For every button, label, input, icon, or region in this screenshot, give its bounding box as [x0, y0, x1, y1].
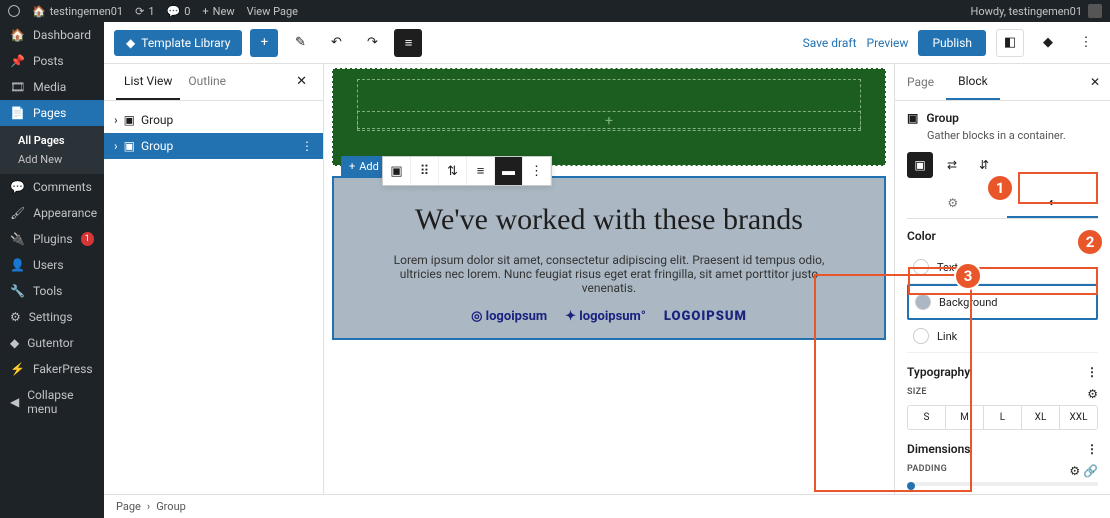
padding-slider-thumb[interactable] [907, 482, 915, 490]
size-label: SIZE [907, 387, 927, 397]
block-align[interactable]: ≡ [467, 157, 495, 185]
admin-menu: 🏠Dashboard 📌Posts 🎞Media 📄Pages All Page… [0, 22, 104, 518]
menu-users[interactable]: 👤Users [0, 252, 104, 278]
brands-paragraph[interactable]: Lorem ipsum dolor sit amet, consectetur … [374, 253, 844, 295]
block-toolbar: ▣ ⠿ ⇅ ≡ ▬ ⋮ [382, 156, 552, 186]
menu-posts[interactable]: 📌Posts [0, 48, 104, 74]
updates[interactable]: ⟳ 1 [135, 5, 154, 18]
sidebar-tab-page[interactable]: Page [895, 65, 946, 99]
undo-button[interactable]: ↶ [322, 29, 350, 57]
settings-toggle-button[interactable]: ◧ [996, 29, 1024, 57]
breadcrumb-page[interactable]: Page [116, 500, 141, 513]
padding-label: PADDING [907, 464, 947, 474]
avatar[interactable] [1088, 4, 1102, 18]
menu-comments[interactable]: 💬Comments [0, 174, 104, 200]
wp-logo[interactable] [8, 5, 20, 17]
layout-stack-icon[interactable]: ⇵ [971, 152, 997, 178]
redo-button[interactable]: ↷ [358, 29, 386, 57]
dimensions-panel-label: Dimensions [907, 442, 970, 456]
green-group-block[interactable]: + + Add Car [332, 68, 886, 166]
menu-fakerpress[interactable]: ⚡FakerPress [0, 356, 104, 382]
logos-row: ◎ logoipsum ✦ logoipsum° LOGOIPSUM [374, 309, 844, 324]
size-toggle-icon[interactable]: ⚙ [1087, 387, 1098, 401]
list-view-panel: List View Outline ✕ ›▣Group ›▣Group⋮ [104, 64, 324, 494]
settings-tab[interactable]: ⚙ [907, 188, 999, 218]
breadcrumb: Page › Group [104, 494, 1110, 518]
size-s[interactable]: S [908, 406, 946, 429]
menu-pages-sub: All Pages Add New [0, 126, 104, 174]
tab-list-view[interactable]: List View [116, 64, 180, 100]
block-drag-handle[interactable]: ⠿ [411, 157, 439, 185]
save-draft-button[interactable]: Save draft [803, 36, 857, 50]
add-block-inline[interactable]: + [357, 111, 861, 131]
selected-group-block[interactable]: We've worked with these brands Lorem ips… [332, 176, 886, 340]
add-block-button[interactable]: + [250, 29, 278, 57]
block-justify[interactable]: ▬ [495, 157, 523, 185]
edit-button[interactable]: ✎ [286, 29, 314, 57]
size-buttons: S M L XL XXL [907, 405, 1098, 430]
list-view-close[interactable]: ✕ [292, 64, 311, 100]
brands-heading[interactable]: We've worked with these brands [374, 200, 844, 239]
options-button[interactable]: ⋮ [1072, 29, 1100, 57]
new-content[interactable]: + New [202, 5, 234, 18]
list-item-group-1[interactable]: ›▣Group [104, 107, 323, 133]
annotation-2: 2 [1076, 228, 1104, 256]
preview-button[interactable]: Preview [867, 36, 909, 50]
sidebar-tab-block[interactable]: Block [946, 64, 1000, 100]
typography-panel-label: Typography [907, 365, 970, 379]
menu-dashboard[interactable]: 🏠Dashboard [0, 22, 104, 48]
editor-toolbar: ◆Template Library + ✎ ↶ ↷ ≡ Save draft P… [104, 22, 1110, 64]
logo-2: ✦ logoipsum° [565, 309, 646, 324]
list-item-group-2[interactable]: ›▣Group⋮ [104, 133, 323, 159]
site-name[interactable]: 🏠 testingemen01 [32, 5, 123, 18]
typography-panel-options[interactable]: ⋮ [1086, 365, 1098, 379]
block-description: Gather blocks in a container. [927, 129, 1098, 142]
padding-controls-icon[interactable]: ⚙ 🔗 [1069, 464, 1098, 478]
block-type-icon[interactable]: ▣ [383, 157, 411, 185]
comments-count[interactable]: 💬 0 [167, 5, 191, 18]
settings-sidebar: Page Block ✕ ▣ Group Gather blocks in a … [894, 64, 1110, 494]
block-info-header: ▣ Group [907, 111, 1098, 125]
editor: ◆Template Library + ✎ ↶ ↷ ≡ Save draft P… [104, 22, 1110, 518]
size-xl[interactable]: XL [1022, 406, 1060, 429]
menu-pages[interactable]: 📄Pages [0, 100, 104, 126]
block-more[interactable]: ⋮ [523, 157, 551, 185]
annotation-3: 3 [954, 262, 982, 290]
menu-plugins[interactable]: 🔌Plugins1 [0, 226, 104, 252]
view-page[interactable]: View Page [247, 5, 298, 18]
dimensions-panel-options[interactable]: ⋮ [1086, 442, 1098, 456]
color-panel-label: Color [907, 229, 936, 243]
details-button[interactable]: ≡ [394, 29, 422, 57]
menu-settings[interactable]: ⚙Settings [0, 304, 104, 330]
menu-collapse[interactable]: ◀Collapse menu [0, 382, 104, 422]
color-link-item[interactable]: Link [907, 320, 1098, 353]
menu-media[interactable]: 🎞Media [0, 74, 104, 100]
menu-tools[interactable]: 🔧Tools [0, 278, 104, 304]
howdy[interactable]: Howdy, testingemen01 [971, 5, 1083, 18]
size-m[interactable]: M [946, 406, 984, 429]
sidebar-close[interactable]: ✕ [1080, 65, 1110, 99]
size-xxl[interactable]: XXL [1060, 406, 1097, 429]
color-background-item[interactable]: Background [907, 284, 1098, 320]
submenu-all-pages[interactable]: All Pages [12, 131, 104, 150]
gutentor-button[interactable]: ◆ [1034, 29, 1062, 57]
breadcrumb-group[interactable]: Group [156, 500, 186, 513]
block-move[interactable]: ⇅ [439, 157, 467, 185]
admin-bar: 🏠 testingemen01 ⟳ 1 💬 0 + New View Page … [0, 0, 1110, 22]
color-text-item[interactable]: Text [907, 251, 1098, 284]
logo-1: ◎ logoipsum [471, 309, 547, 324]
styles-tab[interactable]: ◐ [1007, 188, 1099, 218]
template-library-button[interactable]: ◆Template Library [114, 30, 242, 56]
editor-canvas[interactable]: + + Add Car ▣ ⠿ ⇅ ≡ ▬ ⋮ We've worked wit… [324, 64, 894, 494]
submenu-add-new[interactable]: Add New [12, 150, 104, 169]
logo-3: LOGOIPSUM [664, 309, 747, 324]
size-l[interactable]: L [984, 406, 1022, 429]
layout-group-icon[interactable]: ▣ [907, 152, 933, 178]
tab-outline[interactable]: Outline [180, 64, 234, 100]
annotation-1: 1 [986, 174, 1014, 202]
menu-appearance[interactable]: 🖌Appearance [0, 200, 104, 226]
menu-gutentor[interactable]: ◆Gutentor [0, 330, 104, 356]
layout-row-icon[interactable]: ⇄ [939, 152, 965, 178]
publish-button[interactable]: Publish [918, 30, 986, 56]
